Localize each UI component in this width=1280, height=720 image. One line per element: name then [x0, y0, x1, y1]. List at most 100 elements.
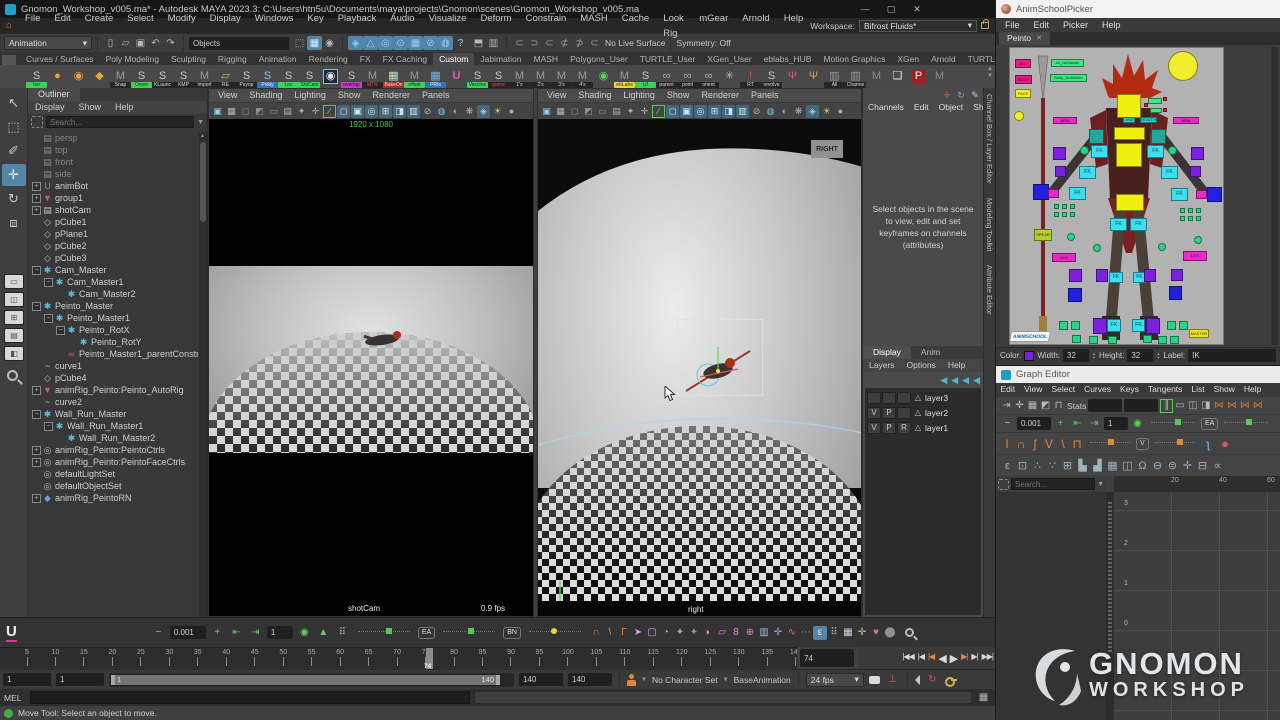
shelf-tool[interactable]: M	[929, 66, 950, 88]
picker-control-button[interactable]	[1190, 166, 1201, 177]
layer-name[interactable]: layer3	[925, 393, 948, 403]
picker-control-button[interactable]	[1167, 321, 1176, 330]
shelf-tab[interactable]: FX	[354, 53, 377, 65]
expand-toggle[interactable]: +	[32, 182, 41, 191]
layer-reference-cell[interactable]	[897, 392, 911, 404]
picker-menu-item[interactable]: Help	[1095, 18, 1128, 32]
picker-menu-item[interactable]: Edit	[1027, 18, 1057, 32]
layer-filter-button[interactable]: ◀	[962, 375, 969, 386]
expand-toggle[interactable]	[32, 482, 41, 491]
shelf-tool[interactable]: M 4's	[572, 66, 593, 88]
viewport-tool-icon[interactable]: ✛	[638, 105, 651, 118]
tween-slider[interactable]	[1151, 422, 1195, 425]
sidebar-vertical-tab[interactable]: Modeling Toolkit	[985, 198, 994, 252]
graph-tool-button[interactable]: ⇥	[1000, 399, 1013, 413]
selection-mask-field[interactable]: Objects	[189, 37, 289, 50]
picker-control-button[interactable]: MOUTH	[1140, 117, 1157, 123]
tangent-type-button[interactable]: Ι	[1000, 437, 1014, 451]
expand-toggle[interactable]	[56, 434, 65, 443]
shelf-tab[interactable]: Rendering	[303, 53, 354, 65]
graph-tool-button[interactable]: ⋈	[1251, 399, 1264, 413]
layout-button[interactable]: ⊞	[4, 310, 24, 325]
shelf-tab[interactable]: Poly Modeling	[100, 53, 165, 65]
picker-scrollbar[interactable]	[1271, 47, 1278, 345]
shelf-tab[interactable]: Jabimation	[474, 53, 527, 65]
animbot-tool-button[interactable]: ✦	[687, 626, 701, 640]
animation-end-field[interactable]: 140	[568, 673, 612, 686]
outliner-item[interactable]: + ▤ shotCam	[28, 204, 198, 216]
animbot-tool-button[interactable]: ▦	[841, 626, 855, 640]
outliner-item[interactable]: ◎ defaultLightSet	[28, 468, 198, 480]
outliner-item[interactable]: + ▼ animRig_Peinto:Peinto_AutoRig	[28, 384, 198, 396]
playback-button[interactable]: |◀	[916, 652, 926, 665]
outliner-search-input[interactable]	[46, 116, 194, 128]
shelf-tool[interactable]: U	[446, 66, 467, 88]
picker-control-button[interactable]	[1144, 103, 1148, 107]
graph-search-input[interactable]	[1011, 478, 1095, 490]
outliner-item[interactable]: + ▼ group1	[28, 192, 198, 204]
layer-visibility-cell[interactable]	[867, 392, 881, 404]
viewport-canvas[interactable]: RIGHT right	[538, 119, 861, 616]
animation-start-field[interactable]: 1	[3, 673, 51, 686]
shelf-tool[interactable]: ❏	[887, 66, 908, 88]
picker-control-button[interactable]: FK	[1171, 188, 1188, 201]
animbot-tool-button[interactable]: ∿	[785, 626, 799, 640]
playback-button[interactable]: ▶|	[959, 652, 969, 665]
expand-toggle[interactable]: +	[32, 386, 41, 395]
animbot-tool-button[interactable]: 8	[729, 626, 743, 640]
picker-control-button[interactable]	[1059, 321, 1068, 330]
shelf-tab[interactable]: eblabs_HUB	[758, 53, 818, 65]
animbot-tool-button[interactable]: ▢	[645, 626, 659, 640]
picker-control-button[interactable]	[1163, 97, 1167, 101]
snap-button[interactable]: ⊘	[423, 36, 438, 50]
shelf-tool[interactable]: S Vaccine	[467, 66, 488, 88]
expand-toggle[interactable]	[68, 338, 77, 347]
rigging-button[interactable]: ⊂	[542, 36, 557, 50]
snap-button[interactable]: ▦	[408, 36, 423, 50]
fps-dropdown[interactable]: 24 fps▾	[806, 673, 864, 687]
picker-control-button[interactable]: BODY	[1015, 75, 1032, 84]
playback-button[interactable]: ▶	[948, 652, 959, 665]
curve-tool-button[interactable]: ∵	[1045, 459, 1060, 473]
viewport-tool-icon[interactable]: ◩	[582, 105, 595, 118]
shelf-tool[interactable]: M Import	[194, 66, 215, 88]
channel-box-menu-item[interactable]: Edit	[909, 102, 934, 112]
viewport-tool-icon[interactable]: ▦	[554, 105, 567, 118]
picker-control-button[interactable]	[1069, 269, 1082, 282]
snap-button[interactable]: ◍	[438, 36, 453, 50]
outliner-menu-item[interactable]: Display	[28, 101, 72, 114]
playback-button[interactable]: ◀	[936, 652, 947, 665]
viewport-tool-icon[interactable]: ☀	[820, 105, 833, 118]
overshoot-slider[interactable]	[1090, 442, 1130, 445]
live-surface-label[interactable]: No Live Surface	[605, 38, 665, 48]
tangent-type-button[interactable]: ∩	[1014, 437, 1028, 451]
viewport-tool-icon[interactable]: ◈	[806, 105, 819, 118]
animbot-tool-button[interactable]: ⠿	[827, 626, 841, 640]
shelf-tool[interactable]: ▥ Channe	[845, 66, 866, 88]
grid-icon[interactable]: ⠿	[335, 626, 350, 640]
channel-box-menu-item[interactable]: Channels	[863, 102, 909, 112]
expand-toggle[interactable]: +	[32, 494, 41, 503]
viewport-menu-item[interactable]: Show	[332, 89, 367, 102]
decrement-button[interactable]: −	[151, 626, 166, 640]
outliner-item[interactable]: ▤ top	[28, 144, 198, 156]
window-control-button[interactable]: ▢	[878, 0, 904, 18]
animbot-tool-button[interactable]: ▱	[715, 626, 729, 640]
shelf-tool[interactable]: S ShtCam	[299, 66, 320, 88]
picker-titlebar[interactable]: AnimSchoolPicker	[996, 0, 1280, 18]
character-rig[interactable]	[678, 337, 756, 399]
curve-tool-button[interactable]: ∴	[1030, 459, 1045, 473]
animbot-tool-button[interactable]: ✦	[673, 626, 687, 640]
layout-button[interactable]: ▭	[4, 274, 24, 289]
record-icon[interactable]: ●	[1218, 437, 1233, 451]
picker-control-button[interactable]	[1089, 129, 1104, 144]
shelf-tool[interactable]: S Psyop	[236, 66, 257, 88]
arrow-right-icon[interactable]: ⇥	[248, 626, 263, 640]
outliner-item[interactable]: ▤ side	[28, 168, 198, 180]
expand-toggle[interactable]: +	[32, 206, 41, 215]
picker-control-button[interactable]	[1108, 336, 1117, 344]
layer-color-icon[interactable]: △	[912, 423, 924, 432]
file-button[interactable]: ▣	[133, 36, 148, 50]
graph-editor-menu-item[interactable]: List	[1187, 383, 1209, 396]
graph-editor-menu-item[interactable]: Select	[1047, 383, 1080, 396]
